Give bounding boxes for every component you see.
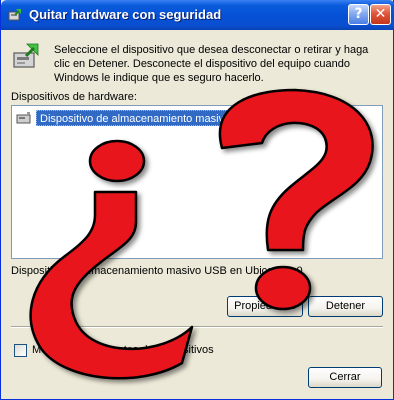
hardware-devices-list[interactable]: Dispositivo de almacenamiento masivo USB [11,105,383,259]
selected-device-status: Dispositivo de almacenamiento masivo USB… [11,265,303,277]
safely-remove-hardware-icon [8,9,21,21]
window-title: Quitar hardware con seguridad [29,7,222,22]
stop-button[interactable]: Detener [308,296,383,317]
help-button[interactable]: ? [348,4,369,25]
list-item[interactable]: Dispositivo de almacenamiento masivo USB [15,110,260,126]
dialog-window: Quitar hardware con seguridad ? ✕ Selecc… [0,0,394,400]
hardware-devices-label: Dispositivos de hardware: [11,91,137,103]
divider [11,326,383,328]
close-button[interactable]: Cerrar [308,367,382,388]
show-components-label[interactable]: Mostrar componentes de dispositivos [32,344,214,356]
close-window-button[interactable]: ✕ [370,4,391,25]
safely-remove-hardware-icon [13,43,39,68]
properties-button[interactable]: Propiedades [227,296,303,317]
show-components-checkbox[interactable] [14,344,27,357]
title-bar[interactable]: Quitar hardware con seguridad ? ✕ [1,0,394,30]
device-item-label: Dispositivo de almacenamiento masivo USB [36,110,260,126]
usb-device-icon [16,112,31,124]
instructions-text: Seleccione el dispositivo que desea desc… [54,44,369,84]
